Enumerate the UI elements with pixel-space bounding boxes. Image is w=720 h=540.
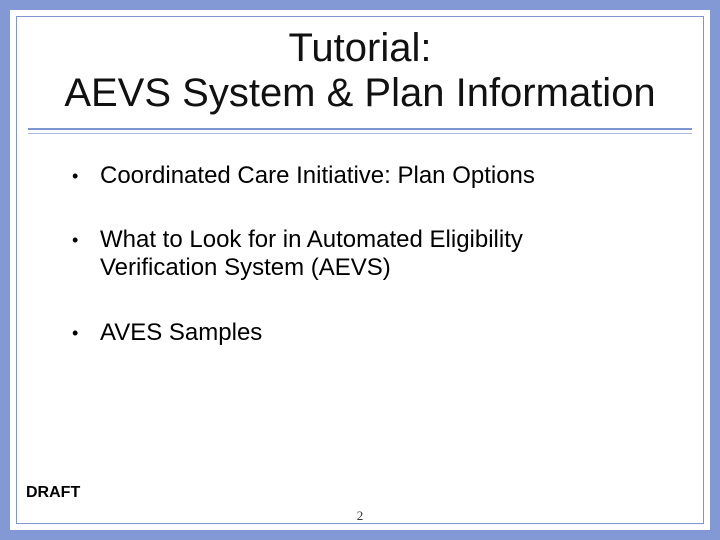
list-item: What to Look for in Automated Eligibilit… (72, 226, 640, 283)
page-number: 2 (10, 508, 710, 524)
bullet-list: Coordinated Care Initiative: Plan Option… (72, 162, 640, 347)
list-item: AVES Samples (72, 319, 640, 347)
list-item: Coordinated Care Initiative: Plan Option… (72, 162, 640, 190)
title-area: Tutorial: AEVS System & Plan Information (10, 10, 710, 122)
slide: Tutorial: AEVS System & Plan Information… (0, 0, 720, 540)
body-area: Coordinated Care Initiative: Plan Option… (10, 134, 710, 347)
title-divider (28, 128, 692, 134)
draft-label: DRAFT (26, 484, 80, 502)
title-line-2: AEVS System & Plan Information (64, 71, 655, 115)
slide-title: Tutorial: AEVS System & Plan Information (28, 26, 692, 116)
title-line-1: Tutorial: (288, 26, 431, 70)
